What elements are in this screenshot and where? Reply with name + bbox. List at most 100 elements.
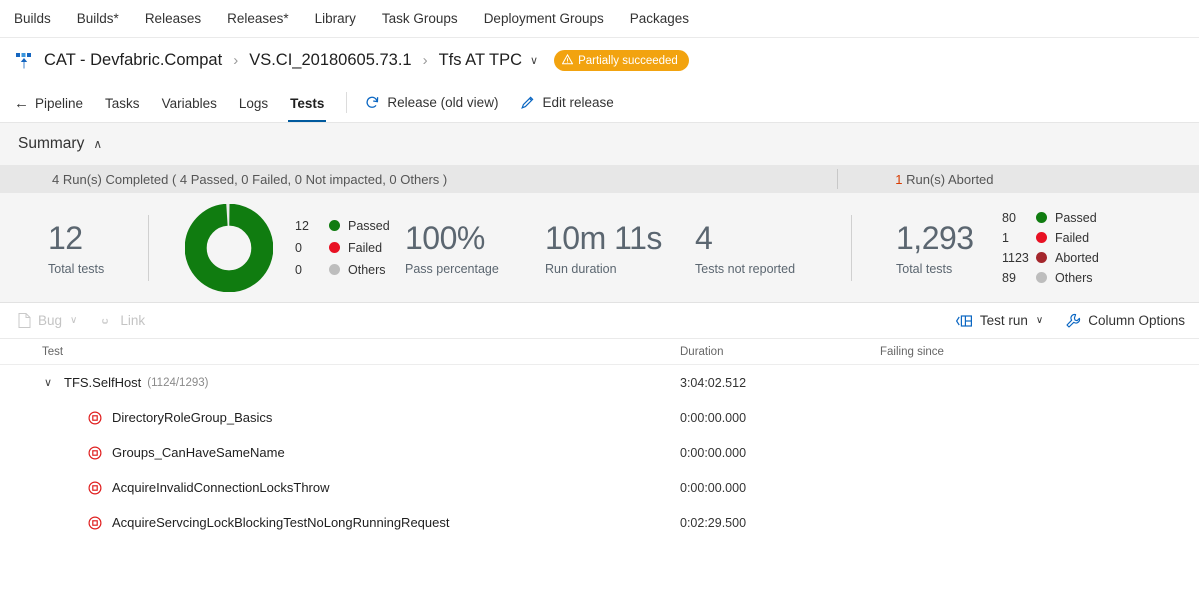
nav-builds[interactable]: Builds: [14, 11, 51, 26]
stat-pass-percentage-value: 100%: [405, 220, 545, 256]
bug-button[interactable]: Bug ∨: [18, 313, 77, 328]
status-badge-label: Partially succeeded: [578, 55, 678, 67]
summary-collapse-chevron-icon[interactable]: ∧: [93, 137, 102, 151]
nav-deployment-groups[interactable]: Deployment Groups: [484, 11, 604, 26]
legend-label: Others: [348, 263, 386, 277]
test-duration: 0:00:00.000: [680, 481, 880, 495]
action-release-old-view-[interactable]: Release (old view): [365, 83, 498, 122]
test-duration: 0:00:00.000: [680, 411, 880, 425]
runs-summary-strip: 4 Run(s) Completed ( 4 Passed, 0 Failed,…: [0, 165, 1199, 193]
stats-divider-aborted: [851, 215, 852, 281]
tab-pipeline[interactable]: ←Pipeline: [14, 83, 83, 122]
action-edit-release[interactable]: Edit release: [520, 83, 613, 122]
tests-toolbar: Bug ∨ Link Test run ∨: [0, 303, 1199, 339]
link-button-label: Link: [120, 313, 145, 328]
test-cell: Groups_CanHaveSameName: [0, 445, 680, 460]
release-icon: [14, 51, 34, 71]
stat-pass-percentage-label: Pass percentage: [405, 262, 545, 276]
tab-divider: [346, 92, 347, 113]
table-row[interactable]: AcquireServcingLockBlockingTestNoLongRun…: [0, 505, 1199, 540]
legend-label: Aborted: [1055, 251, 1099, 265]
stat-total-tests-label: Total tests: [48, 262, 148, 276]
runs-aborted-label: Run(s) Aborted: [902, 172, 993, 187]
legend-count: 1: [1002, 231, 1036, 245]
nav-packages[interactable]: Packages: [630, 11, 689, 26]
nav-releases[interactable]: Releases: [145, 11, 201, 26]
table-row[interactable]: DirectoryRoleGroup_Basics 0:00:00.000: [0, 400, 1199, 435]
tab-label: Pipeline: [35, 96, 83, 111]
runs-aborted-text: 1 Run(s) Aborted: [838, 172, 993, 187]
stats-divider: [148, 215, 149, 281]
tab-tasks[interactable]: Tasks: [105, 83, 140, 122]
column-header-duration[interactable]: Duration: [680, 346, 880, 358]
legend-label: Others: [1055, 271, 1093, 285]
test-name: AcquireServcingLockBlockingTestNoLongRun…: [112, 515, 449, 530]
test-run-chevron-down-icon[interactable]: ∨: [1036, 315, 1043, 326]
stat-aborted-total-tests-label: Total tests: [896, 262, 1000, 276]
breadcrumb-chevron-down-icon[interactable]: ∨: [530, 54, 538, 67]
nav-releases-star[interactable]: Releases*: [227, 11, 289, 26]
warning-triangle-icon: [562, 54, 578, 68]
table-row[interactable]: AcquireInvalidConnectionLocksThrow0:00:0…: [0, 470, 1199, 505]
legend-item: 12Passed: [295, 219, 395, 233]
legend-item: 1123 Aborted: [1002, 251, 1099, 265]
group-test-cell: ∨TFS.SelfHost(1124/1293): [0, 375, 680, 390]
tab-tests[interactable]: Tests: [290, 83, 324, 122]
summary-title: Summary: [18, 135, 84, 153]
column-header-test[interactable]: Test: [0, 346, 680, 358]
legend-color-dot: [329, 242, 340, 253]
legend-count: 12: [295, 219, 329, 233]
table-group-row[interactable]: ∨TFS.SelfHost(1124/1293)3:04:02.512: [0, 365, 1199, 400]
legend-label: Failed: [348, 241, 382, 255]
status-badge: Partially succeeded: [554, 50, 689, 71]
stat-tests-not-reported-value: 4: [695, 220, 845, 256]
legend-count: 0: [295, 241, 329, 255]
aborted-icon: [88, 411, 102, 425]
legend-label: Failed: [1055, 231, 1089, 245]
aborted-legend: 80Passed1Failed1123Aborted89Others: [1002, 211, 1099, 285]
column-options-label: Column Options: [1088, 313, 1185, 328]
tab-label: Tasks: [105, 96, 140, 111]
aborted-icon: [88, 446, 102, 460]
legend-item: 1 Failed: [1002, 231, 1099, 245]
test-cell: AcquireInvalidConnectionLocksThrow: [0, 480, 680, 495]
legend-item: 0 Others: [295, 263, 395, 277]
nav-builds-star[interactable]: Builds*: [77, 11, 119, 26]
test-name: DirectoryRoleGroup_Basics: [112, 410, 272, 425]
bug-chevron-down-icon[interactable]: ∨: [70, 315, 77, 326]
breadcrumb-separator: ›: [233, 52, 238, 69]
legend-count: 1123: [1002, 251, 1036, 265]
test-outcome-donut-chart: [185, 204, 273, 292]
legend-color-dot: [1036, 232, 1047, 243]
stat-run-duration-value: 10m 11s: [545, 220, 695, 256]
action-label: Edit release: [542, 95, 613, 110]
group-expand-chevron-icon[interactable]: ∨: [44, 376, 52, 389]
stat-tests-not-reported: 4 Tests not reported: [695, 220, 845, 276]
bug-button-label: Bug: [38, 313, 62, 328]
tab-label: Tests: [290, 96, 324, 111]
tab-label: Logs: [239, 96, 268, 111]
nav-library[interactable]: Library: [315, 11, 356, 26]
tab-variables[interactable]: Variables: [162, 83, 217, 122]
table-row[interactable]: Groups_CanHaveSameName0:00:00.000: [0, 435, 1199, 470]
stat-total-tests: 12 Total tests: [48, 220, 148, 276]
column-options-button[interactable]: Column Options: [1065, 313, 1185, 329]
breadcrumb-item-environment[interactable]: Tfs AT TPC: [439, 51, 522, 70]
test-run-label: Test run: [980, 313, 1028, 328]
test-run-groupby-button[interactable]: Test run ∨: [956, 313, 1043, 328]
nav-task-groups[interactable]: Task Groups: [382, 11, 458, 26]
legend-count: 0: [295, 263, 329, 277]
breadcrumb-item-build[interactable]: VS.CI_20180605.73.1: [249, 51, 411, 70]
summary-header: Summary ∧: [0, 123, 1199, 165]
link-button[interactable]: Link: [97, 313, 145, 328]
tab-logs[interactable]: Logs: [239, 83, 268, 122]
stat-aborted-total-tests: 1,293 Total tests: [896, 220, 1000, 276]
legend-item: 89 Others: [1002, 271, 1099, 285]
column-header-failing-since[interactable]: Failing since: [880, 346, 1130, 358]
aborted-icon: [88, 481, 102, 495]
legend-count: 89: [1002, 271, 1036, 285]
legend-color-dot: [329, 264, 340, 275]
test-cell: DirectoryRoleGroup_Basics: [0, 410, 680, 425]
donut-legend: 12Passed 0 Failed 0 Others: [295, 219, 395, 277]
breadcrumb-item-release[interactable]: CAT - Devfabric.Compat: [44, 51, 222, 70]
